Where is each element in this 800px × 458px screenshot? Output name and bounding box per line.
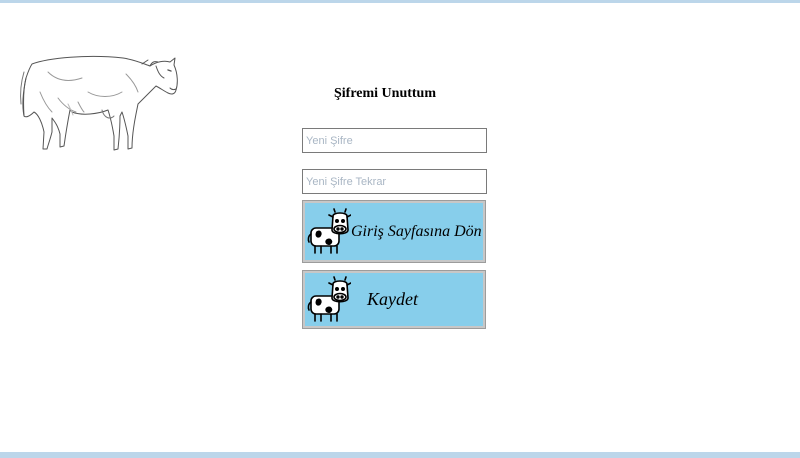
cow-icon [307,207,351,254]
bottom-border [0,452,800,458]
cow-icon [307,275,351,322]
back-to-login-label: Giriş Sayfasına Dön [351,222,482,240]
save-button[interactable]: Kaydet [302,270,486,329]
back-to-login-button[interactable]: Giriş Sayfasına Dön [302,200,486,263]
new-password-field[interactable] [302,128,487,153]
cow-illustration [20,55,178,151]
page-title: Şifremi Unuttum [333,86,437,101]
new-password-confirm-field[interactable] [302,169,487,194]
save-label: Kaydet [367,289,418,309]
top-border [0,0,800,3]
